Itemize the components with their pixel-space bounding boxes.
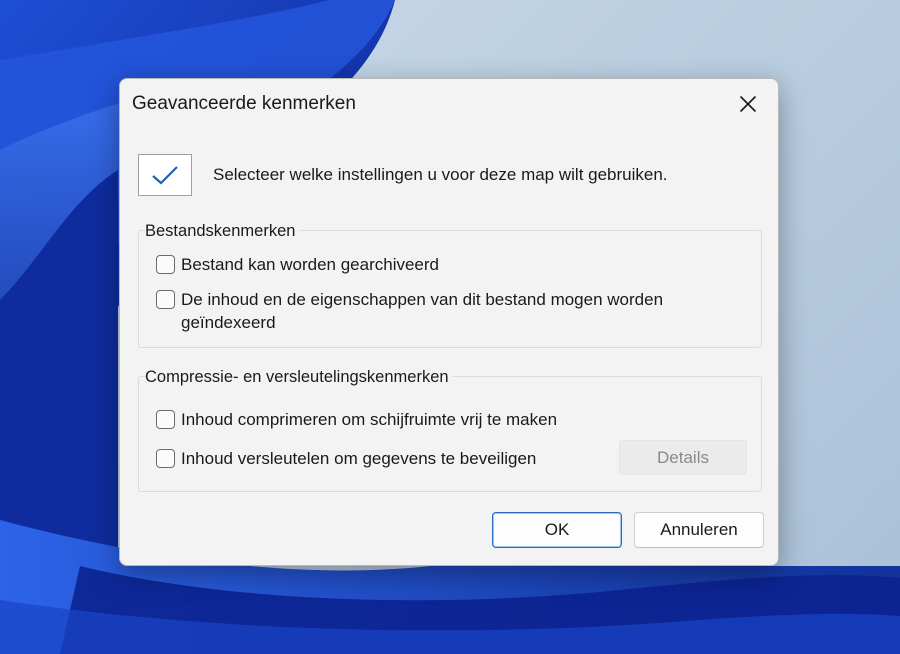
dialog-title: Geavanceerde kenmerken (132, 93, 356, 114)
details-button[interactable]: Details (619, 440, 747, 475)
index-option[interactable]: De inhoud en de eigenschappen van dit be… (156, 288, 721, 334)
ok-button[interactable]: OK (492, 512, 622, 548)
archive-label: Bestand kan worden gearchiveerd (181, 255, 439, 274)
cancel-button[interactable]: Annuleren (634, 512, 764, 548)
checkmark-icon (152, 166, 178, 185)
file-attributes-legend: Bestandskenmerken (145, 222, 300, 241)
compress-checkbox[interactable] (156, 410, 175, 429)
desktop-background: Geavanceerde kenmerken Selecteer welke i… (0, 0, 900, 654)
index-label: De inhoud en de eigenschappen van dit be… (181, 290, 664, 332)
intro-text: Selecteer welke instellingen u voor deze… (213, 165, 668, 184)
compress-encrypt-legend: Compressie- en versleutelingskenmerken (145, 368, 453, 387)
index-checkbox[interactable] (156, 290, 175, 309)
archive-option[interactable]: Bestand kan worden gearchiveerd (156, 253, 721, 276)
close-button[interactable] (728, 87, 768, 121)
encrypt-checkbox[interactable] (156, 449, 175, 468)
archive-checkbox[interactable] (156, 255, 175, 274)
compress-option[interactable]: Inhoud comprimeren om schijfruimte vrij … (156, 408, 721, 431)
folder-apply-checkbox[interactable] (138, 154, 192, 196)
close-icon (739, 95, 757, 113)
advanced-attributes-dialog: Geavanceerde kenmerken Selecteer welke i… (119, 78, 779, 566)
compress-label: Inhoud comprimeren om schijfruimte vrij … (181, 410, 558, 429)
